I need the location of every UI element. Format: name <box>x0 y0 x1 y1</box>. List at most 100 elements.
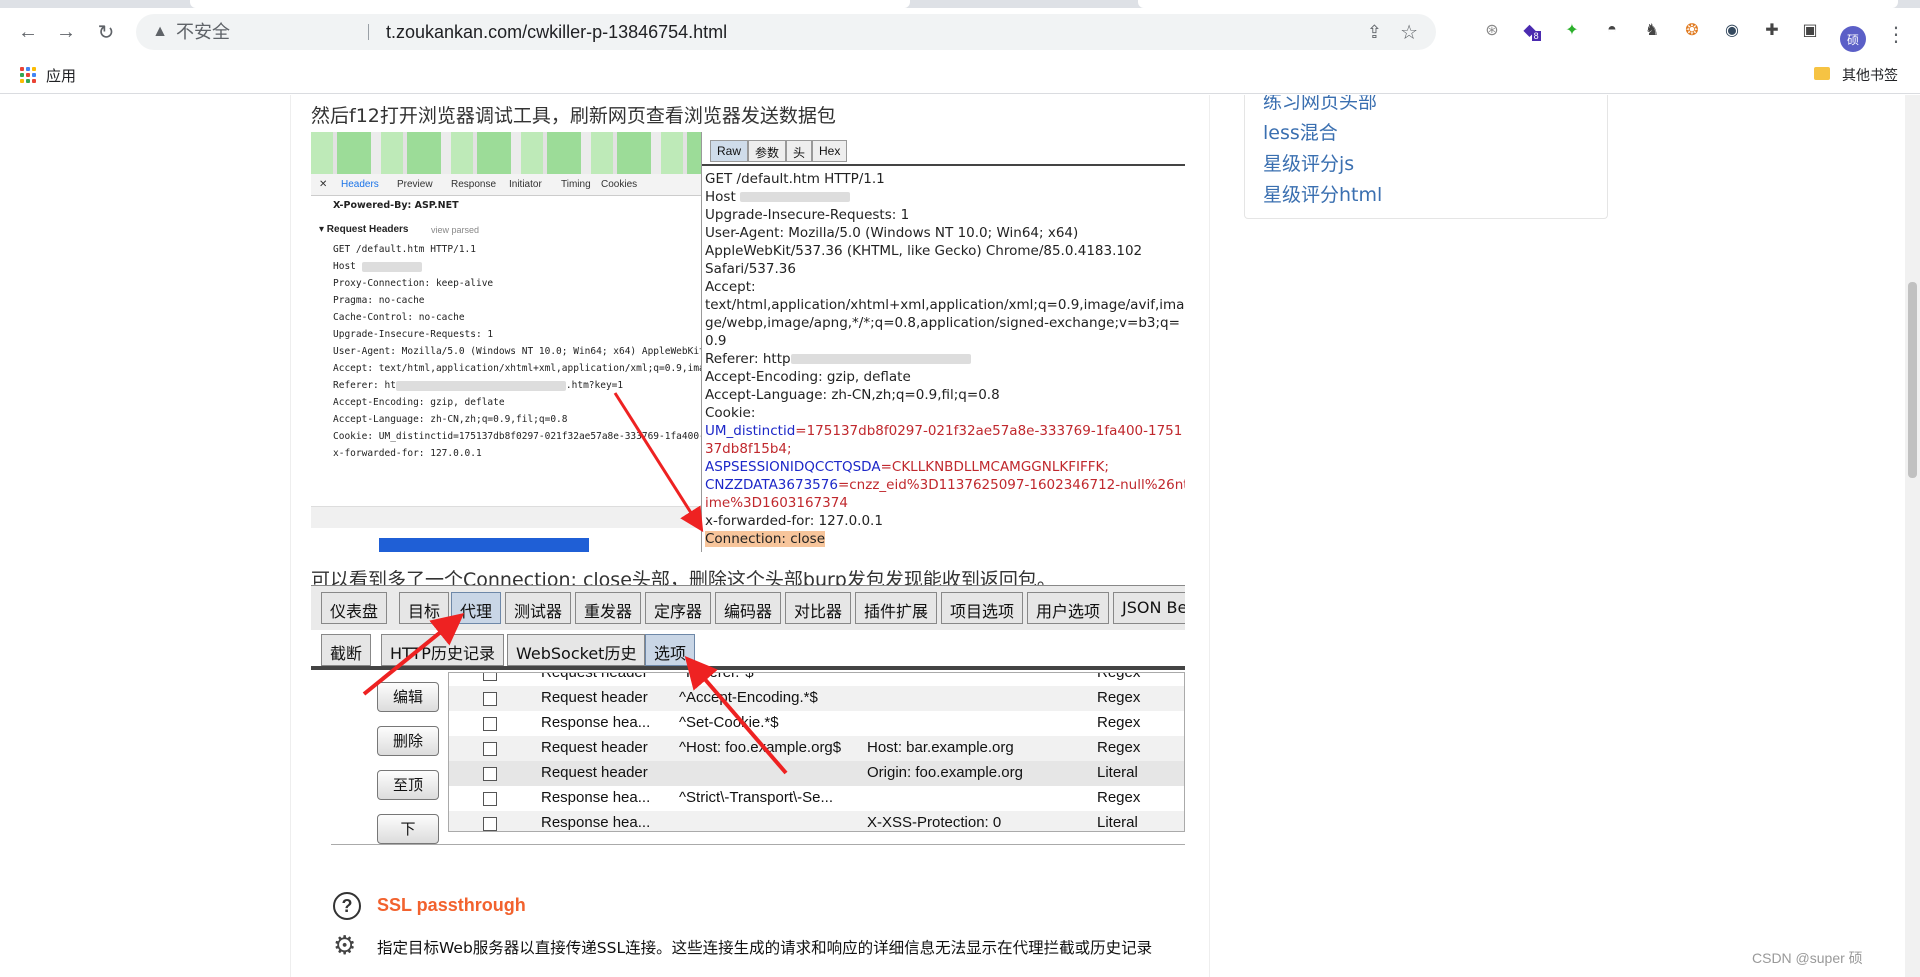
cookie-name: CNZZDATA3673576 <box>705 477 838 493</box>
tab-repeater: 重发器 <box>575 592 642 624</box>
page-scrollbar[interactable] <box>1905 95 1920 977</box>
apps-link[interactable]: 应用 <box>46 65 76 86</box>
tab-decoder: 编码器 <box>715 592 782 624</box>
close-icon: ✕ <box>319 179 328 190</box>
header-line: Host <box>333 261 422 272</box>
extension-badge-icon[interactable]: ◆ 8 <box>1520 18 1544 42</box>
extension-icon[interactable]: ◓ <box>1600 18 1624 42</box>
header-line: User-Agent: Mozilla/5.0 (Windows NT 10.0… <box>333 346 722 357</box>
raw-line: Safari/537.36 <box>705 261 796 277</box>
raw-tabs: Raw 参数 头 Hex <box>702 132 1185 166</box>
raw-line: Upgrade-Insecure-Requests: 1 <box>705 207 910 223</box>
avatar[interactable]: 硕 <box>1840 26 1866 52</box>
raw-line: Referer: http <box>705 350 971 368</box>
up-button: 至顶 <box>377 770 439 800</box>
header-line: Accept: text/html,application/xhtml+xml,… <box>333 363 722 374</box>
menu-icon[interactable]: ⋮ <box>1886 22 1906 47</box>
table-row: Request header ^Referer.*$ Regex <box>449 672 1184 686</box>
reload-icon[interactable]: ↻ <box>92 18 120 46</box>
tab-websocket-history: WebSocket历史 <box>507 634 646 666</box>
tab-response: Response <box>451 179 497 190</box>
header-line-text: .htm?key=1 <box>565 380 624 391</box>
raw-line: Accept: <box>705 279 756 295</box>
tab-intruder: 测试器 <box>505 592 572 624</box>
table-cell: Request header <box>541 739 648 756</box>
sidebar-link[interactable]: 星级评分html <box>1263 180 1382 207</box>
address-bar[interactable]: ▲ 不安全 t.zoukankan.com/cwkiller-p-1384675… <box>136 14 1436 50</box>
table-cell: Regex <box>1097 739 1141 756</box>
other-bookmarks[interactable]: 其他书签 <box>1812 65 1898 85</box>
extension-icon[interactable]: ♞ <box>1640 18 1664 42</box>
tab-strip <box>0 0 1920 8</box>
browser-tab[interactable] <box>1138 0 1898 8</box>
sidebar-link[interactable]: less混合 <box>1263 118 1338 145</box>
enabled-checkbox <box>483 692 497 706</box>
table-cell: Response hea... <box>541 789 651 806</box>
blue-bar <box>379 538 589 552</box>
raw-line: Host <box>705 188 851 206</box>
enabled-checkbox <box>483 742 497 756</box>
tab-timing: Timing <box>561 179 591 190</box>
table-row: Response hea... ^Strict\-Transport\-Se...… <box>449 786 1184 811</box>
header-line-text: Referer: ht <box>333 380 396 391</box>
tab-headers: Headers <box>341 179 379 190</box>
tab-intercept: 截断 <box>321 634 372 666</box>
table-cell: Response hea... <box>541 814 651 831</box>
header-line-text: Host <box>333 261 356 272</box>
back-icon[interactable]: ← <box>14 18 42 46</box>
header-line: Proxy-Connection: keep-alive <box>333 278 494 289</box>
warning-icon[interactable]: ▲ <box>150 22 170 42</box>
side-panel-icon[interactable]: ▣ <box>1798 18 1822 42</box>
sidebar-related-list: 练习网页头部 less混合 星级评分js 星级评分html <box>1244 95 1608 219</box>
table-cell: Regex <box>1097 689 1141 706</box>
url-text[interactable]: t.zoukankan.com/cwkiller-p-13846754.html <box>386 22 727 42</box>
browser-tab[interactable] <box>190 0 910 8</box>
insecure-label[interactable]: 不安全 <box>176 22 230 42</box>
header-line: Accept-Language: zh-CN,zh;q=0.9,fil;q=0.… <box>333 414 568 425</box>
article: 然后f12打开浏览器调试工具，刷新网页查看浏览器发送数据包 ✕ Headers … <box>290 95 1210 977</box>
raw-line-text: Host <box>705 189 736 205</box>
burp-screenshot: 仪表盘 目标 代理 测试器 重发器 定序器 编码器 对比器 插件扩展 项目选项 … <box>311 585 1185 977</box>
redacted <box>790 354 971 364</box>
devtools-panel: ✕ Headers Preview Response Initiator Tim… <box>311 132 722 552</box>
share-icon[interactable]: ⇪ <box>1367 22 1382 43</box>
tab-dashboard: 仪表盘 <box>321 592 388 624</box>
tab-hex: Hex <box>812 140 848 162</box>
table-cell: ^Referer.*$ <box>679 672 754 681</box>
raw-line: x-forwarded-for: 127.0.0.1 <box>705 513 883 529</box>
table-cell: Origin: foo.example.org <box>867 764 1023 781</box>
view-parsed-link: view parsed <box>431 225 480 235</box>
sidebar-link[interactable]: 练习网页头部 <box>1263 95 1377 114</box>
other-bookmarks-label: 其他书签 <box>1842 67 1898 83</box>
table-cell: Request header <box>541 764 648 781</box>
table-cell: Literal <box>1097 814 1138 831</box>
table-cell: Request header <box>541 689 648 706</box>
browser-toolbar: ← → ↻ ▲ 不安全 t.zoukankan.com/cwkiller-p-1… <box>0 8 1920 56</box>
bookmark-star-icon[interactable]: ☆ <box>1400 20 1418 45</box>
puzzle-icon[interactable]: ✚ <box>1760 18 1784 42</box>
help-icon: ? <box>333 892 361 920</box>
extension-icon[interactable]: ✦ <box>1560 18 1584 42</box>
tab-options: 选项 <box>645 634 696 666</box>
header-line: GET /default.htm HTTP/1.1 <box>333 244 476 255</box>
cookie-line: ASPSESSIONIDQCCTQSDA=CKLLKNBDLLMCAMGGNLK… <box>705 458 1109 476</box>
raw-line-text: Referer: http <box>705 351 791 367</box>
table-row: Request header ^Accept-Encoding.*$ Regex <box>449 686 1184 711</box>
cookie-name: UM_distinctid <box>705 423 796 439</box>
burp-main-tabs: 仪表盘 目标 代理 测试器 重发器 定序器 编码器 对比器 插件扩展 项目选项 … <box>311 586 1185 630</box>
watermark: CSDN @super 硕 <box>1752 950 1863 966</box>
burp-proxy-tabs: 截断 HTTP历史记录 WebSocket历史 选项 <box>311 630 1185 670</box>
extension-icon[interactable]: ◉ <box>1720 18 1744 42</box>
extension-icon[interactable]: ❂ <box>1680 18 1704 42</box>
sidebar-link[interactable]: 星级评分js <box>1263 149 1354 176</box>
apps-icon[interactable] <box>20 67 36 83</box>
header-line: Cookie: UM_distinctid=175137db8f0297-021… <box>333 431 722 442</box>
scrollbar-thumb[interactable] <box>1908 282 1917 478</box>
raw-line: GET /default.htm HTTP/1.1 <box>705 171 885 187</box>
redacted <box>361 261 422 272</box>
extension-icon[interactable]: ⊛ <box>1480 18 1504 42</box>
tab-comparer: 对比器 <box>785 592 852 624</box>
forward-icon[interactable]: → <box>52 18 80 46</box>
table-row: Response hea... ^Set-Cookie.*$ Regex <box>449 711 1184 736</box>
devtools-tabs: ✕ Headers Preview Response Initiator Tim… <box>311 174 701 196</box>
